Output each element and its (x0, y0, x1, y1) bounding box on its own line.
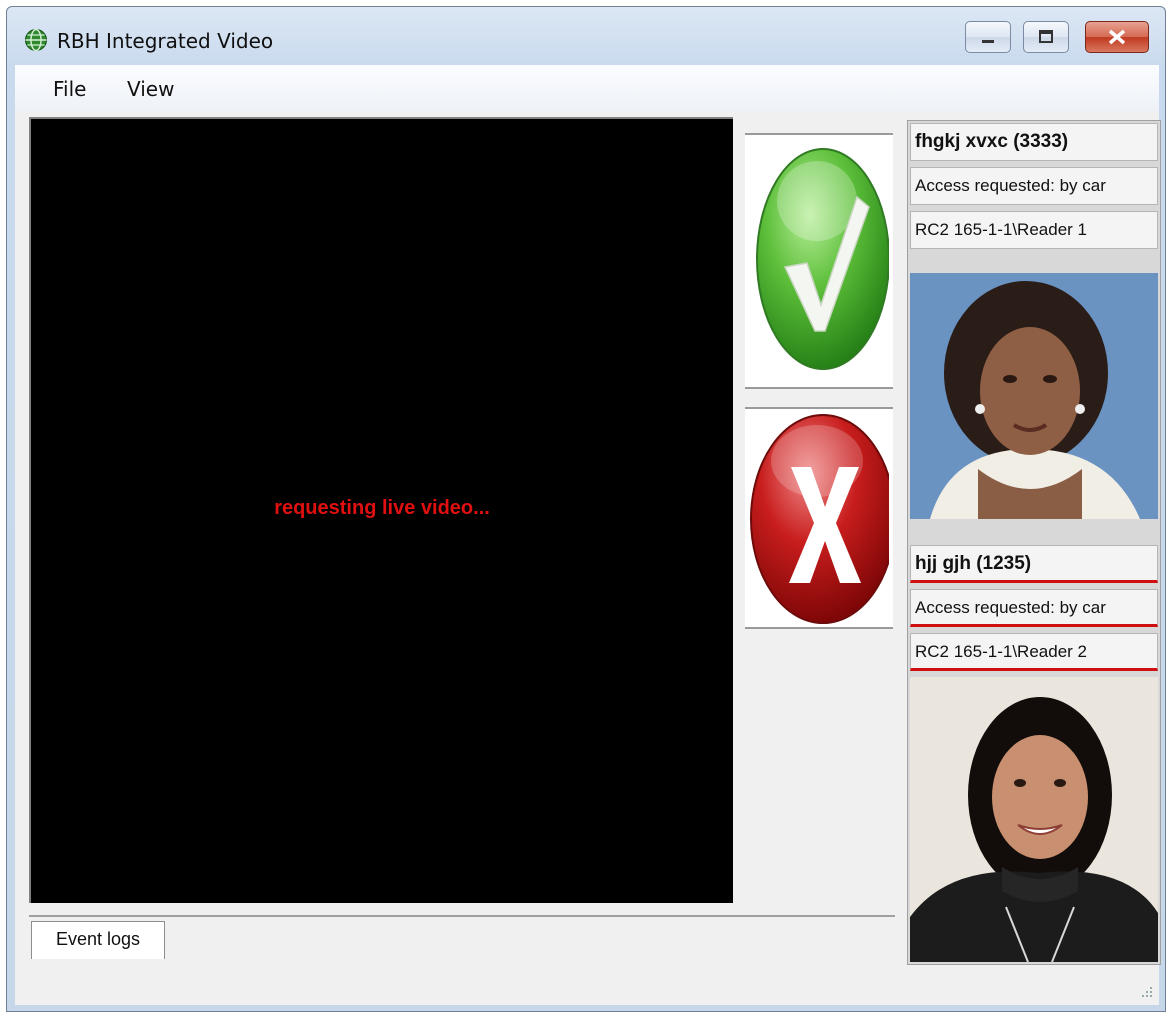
status-bar (15, 969, 1159, 1005)
client-area: File View requesting live video... Event… (15, 65, 1161, 1005)
close-icon (1108, 29, 1126, 45)
event-2-description: Access requested: by car (910, 589, 1158, 627)
live-video-panel: requesting live video... (29, 117, 733, 903)
deny-button[interactable] (745, 407, 896, 629)
resize-grip-icon[interactable] (1139, 985, 1153, 999)
event-1-name: fhgkj xvxc (3333) (910, 123, 1158, 161)
event-1-description: Access requested: by car (910, 167, 1158, 205)
app-window: RBH Integrated Video File View requestin… (6, 6, 1166, 1012)
menu-bar: File View (15, 65, 1159, 111)
title-bar[interactable]: RBH Integrated Video (7, 7, 1165, 65)
menu-file[interactable]: File (53, 77, 86, 101)
event-1-location: RC2 165-1-1\Reader 1 (910, 211, 1158, 249)
x-icon (750, 414, 896, 624)
event-2-name: hjj gjh (1235) (910, 545, 1158, 583)
bottom-tab-strip: Event logs (29, 915, 895, 961)
minimize-icon (982, 40, 994, 43)
close-button[interactable] (1085, 21, 1149, 53)
maximize-button[interactable] (1023, 21, 1069, 53)
event-sidebar: fhgkj xvxc (3333) Access requested: by c… (907, 120, 1161, 965)
window-title: RBH Integrated Video (57, 29, 274, 53)
menu-view[interactable]: View (127, 77, 174, 101)
person-photo (910, 677, 1158, 962)
event-2-location: RC2 165-1-1\Reader 2 (910, 633, 1158, 671)
event-2-photo (910, 677, 1158, 962)
action-button-column (741, 117, 896, 903)
video-status-message: requesting live video... (274, 497, 490, 519)
tab-event-logs[interactable]: Event logs (31, 921, 165, 959)
accept-button[interactable] (745, 133, 893, 389)
event-1-photo (910, 273, 1158, 519)
globe-icon (25, 28, 47, 52)
person-photo (910, 273, 1158, 519)
restore-icon (1039, 30, 1053, 43)
checkmark-icon (756, 148, 890, 370)
minimize-button[interactable] (965, 21, 1011, 53)
